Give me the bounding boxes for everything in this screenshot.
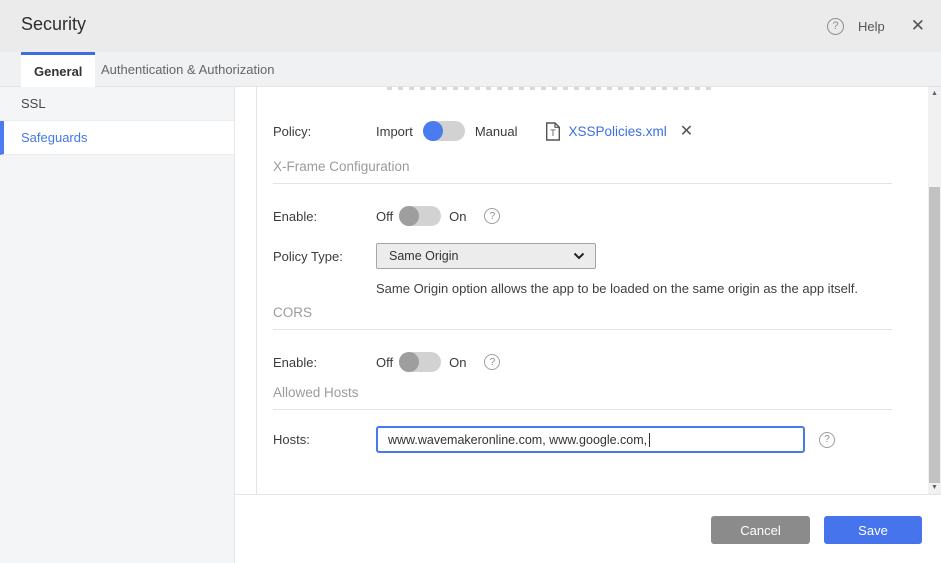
cors-enable-label: Enable:	[273, 354, 318, 370]
policy-type-selected-value: Same Origin	[389, 249, 459, 263]
tab-bar: General Authentication & Authorization	[0, 52, 941, 87]
scroll-up-icon[interactable]: ▲	[928, 87, 941, 100]
sidebar: SSL Safeguards	[0, 87, 235, 563]
policy-row: Policy: Import Manual T XSSPolicies.xml …	[273, 118, 898, 144]
cors-enable-row: Enable: Off On ?	[273, 349, 898, 375]
policy-import-label: Import	[376, 123, 413, 139]
hosts-row: Hosts: www.wavemakeronline.com, www.goog…	[273, 426, 898, 453]
policy-manual-label: Manual	[474, 123, 518, 139]
section-divider	[273, 329, 892, 330]
cors-on-label: On	[449, 354, 467, 370]
scrollbar-thumb[interactable]	[929, 187, 940, 483]
cors-off-label: Off	[376, 354, 394, 370]
policy-toggle[interactable]	[422, 121, 465, 141]
help-icon[interactable]: ?	[827, 17, 844, 35]
toggle-knob	[399, 206, 420, 226]
hosts-label: Hosts:	[273, 432, 310, 447]
clipped-text-row	[387, 87, 717, 90]
page-title: Security	[21, 14, 87, 34]
policy-type-row: Policy Type: Same Origin	[273, 243, 898, 269]
safeguards-form-panel: Policy: Import Manual T XSSPolicies.xml …	[256, 87, 928, 494]
section-divider	[273, 409, 892, 410]
main-area: Policy: Import Manual T XSSPolicies.xml …	[235, 87, 941, 563]
sidebar-item-safeguards[interactable]: Safeguards	[0, 121, 234, 155]
cors-help-icon[interactable]: ?	[484, 354, 501, 370]
hosts-help-icon[interactable]: ?	[819, 431, 835, 448]
xframe-help-icon[interactable]: ?	[484, 208, 501, 224]
svg-text:T: T	[551, 128, 557, 138]
help-link[interactable]: Help	[858, 19, 885, 34]
policy-type-helper-text: Same Origin option allows the app to be …	[376, 281, 859, 296]
remove-file-icon[interactable]: ✕	[680, 121, 693, 141]
vertical-scrollbar[interactable]: ▲ ▼	[928, 87, 941, 494]
policy-file-link[interactable]: XSSPolicies.xml	[568, 124, 666, 139]
policy-file-group: T XSSPolicies.xml ✕	[545, 121, 693, 141]
toggle-knob	[422, 121, 443, 141]
chevron-down-icon	[573, 252, 585, 260]
policy-type-select[interactable]: Same Origin	[376, 243, 596, 269]
xframe-on-label: On	[449, 208, 467, 224]
scroll-down-icon[interactable]: ▼	[928, 481, 941, 494]
section-allowed-hosts-title: Allowed Hosts	[273, 385, 359, 400]
close-icon[interactable]: ✕	[911, 16, 925, 36]
section-cors-title: CORS	[273, 305, 313, 320]
policy-label: Policy:	[273, 123, 312, 139]
toggle-knob	[399, 352, 420, 372]
tab-authentication-authorization[interactable]: Authentication & Authorization	[97, 52, 278, 87]
xml-file-icon: T	[546, 121, 561, 141]
sidebar-item-ssl[interactable]: SSL	[0, 87, 234, 121]
header-actions: ? Help ✕	[827, 0, 925, 52]
dialog-header: Security ? Help ✕	[0, 0, 941, 52]
security-dialog: Security ? Help ✕ General Authentication…	[0, 0, 941, 563]
dialog-footer: Cancel Save	[235, 494, 941, 563]
policy-type-label: Policy Type:	[273, 248, 343, 264]
xframe-enable-row: Enable: Off On ?	[273, 203, 898, 229]
text-cursor	[649, 432, 651, 447]
hosts-input[interactable]: www.wavemakeronline.com, www.google.com,	[376, 426, 805, 453]
tab-general[interactable]: General	[21, 52, 96, 87]
section-divider	[273, 183, 892, 184]
cancel-button[interactable]: Cancel	[711, 516, 810, 544]
xframe-off-label: Off	[376, 208, 394, 224]
section-xframe-title: X-Frame Configuration	[273, 159, 410, 174]
xframe-enable-toggle[interactable]	[399, 206, 442, 226]
xframe-enable-label: Enable:	[273, 208, 318, 224]
cors-enable-toggle[interactable]	[399, 352, 442, 372]
save-button[interactable]: Save	[824, 516, 922, 544]
hosts-input-value: www.wavemakeronline.com, www.google.com,	[388, 432, 648, 447]
